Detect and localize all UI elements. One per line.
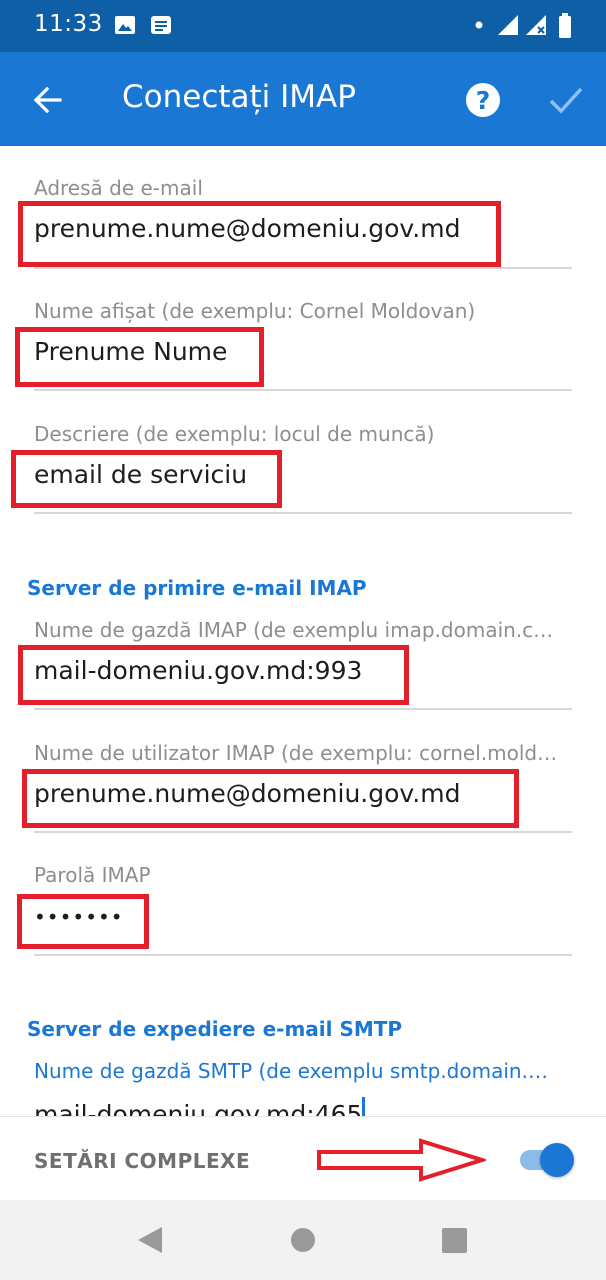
email-field[interactable]: Adresă de e-mail prenume.nume@domeniu.go…	[34, 176, 572, 269]
status-bar: 11:33	[0, 0, 606, 52]
nav-back-icon[interactable]	[136, 1226, 164, 1254]
email-field-label: Adresă de e-mail	[34, 176, 203, 200]
back-button[interactable]	[24, 76, 72, 124]
advanced-settings-label: SETĂRI COMPLEXE	[34, 1149, 251, 1173]
email-underline	[34, 267, 572, 269]
signal-no-data-icon	[526, 15, 546, 35]
svg-text:?: ?	[476, 86, 491, 115]
display-name-input[interactable]: Prenume Nume	[34, 337, 572, 366]
message-notification-icon	[151, 16, 171, 34]
imap-host-field-label: Nume de gazdă IMAP (de exemplu imap.doma…	[34, 618, 554, 642]
app-bar: Conectați IMAP ?	[0, 52, 606, 146]
smtp-host-input[interactable]: mail-domeniu.gov.md:465	[34, 1097, 572, 1116]
imap-password-field[interactable]: Parolă IMAP •••••••	[34, 863, 572, 956]
nav-home-icon[interactable]	[291, 1228, 315, 1252]
display-name-field[interactable]: Nume afișat (de exemplu: Cornel Moldovan…	[34, 299, 572, 391]
smtp-host-field[interactable]: Nume de gazdă SMTP (de exemplu smtp.doma…	[34, 1059, 572, 1116]
signal-icon	[498, 15, 518, 35]
imap-user-input[interactable]: prenume.nume@domeniu.gov.md	[34, 779, 572, 808]
arrow-left-icon	[33, 86, 62, 114]
status-time: 11:33	[34, 11, 103, 37]
form-content[interactable]: Adresă de e-mail prenume.nume@domeniu.go…	[0, 146, 606, 1116]
smtp-host-value: mail-domeniu.gov.md:465	[34, 1100, 363, 1116]
nav-recents-icon[interactable]	[442, 1228, 467, 1253]
imap-user-field-label: Nume de utilizator IMAP (de exemplu: cor…	[34, 741, 558, 765]
description-field[interactable]: Descriere (de exemplu: locul de muncă) e…	[34, 422, 572, 514]
description-field-label: Descriere (de exemplu: locul de muncă)	[34, 422, 435, 446]
display-name-underline	[34, 389, 572, 391]
text-cursor	[362, 1097, 366, 1116]
image-notification-icon	[115, 16, 135, 34]
imap-password-input[interactable]: •••••••	[34, 905, 572, 929]
imap-host-input[interactable]: mail-domeniu.gov.md:993	[34, 656, 572, 685]
imap-user-underline	[34, 831, 572, 833]
page-title: Conectați IMAP	[122, 79, 356, 115]
smtp-host-field-label: Nume de gazdă SMTP (de exemplu smtp.doma…	[34, 1059, 548, 1083]
smtp-section-title: Server de expediere e-mail SMTP	[27, 1017, 403, 1041]
imap-password-field-label: Parolă IMAP	[34, 863, 151, 887]
display-name-field-label: Nume afișat (de exemplu: Cornel Moldovan…	[34, 299, 476, 323]
annotation-arrow-icon	[317, 1138, 486, 1182]
advanced-settings-toggle[interactable]	[518, 1143, 574, 1177]
battery-icon	[559, 13, 571, 38]
notification-dot-icon	[475, 21, 483, 29]
description-underline	[34, 512, 572, 514]
confirm-check-icon[interactable]	[546, 82, 586, 118]
imap-section-title: Server de primire e-mail IMAP	[27, 576, 367, 600]
description-input[interactable]: email de serviciu	[34, 460, 572, 489]
imap-user-field[interactable]: Nume de utilizator IMAP (de exemplu: cor…	[34, 741, 572, 833]
imap-password-underline	[34, 954, 572, 956]
help-icon[interactable]: ?	[465, 82, 501, 118]
toggle-knob	[540, 1143, 574, 1177]
system-nav-bar	[0, 1200, 606, 1280]
imap-host-underline	[34, 708, 572, 710]
advanced-settings-bar: SETĂRI COMPLEXE	[0, 1116, 606, 1200]
imap-host-field[interactable]: Nume de gazdă IMAP (de exemplu imap.doma…	[34, 618, 572, 710]
email-input[interactable]: prenume.nume@domeniu.gov.md	[34, 214, 572, 243]
